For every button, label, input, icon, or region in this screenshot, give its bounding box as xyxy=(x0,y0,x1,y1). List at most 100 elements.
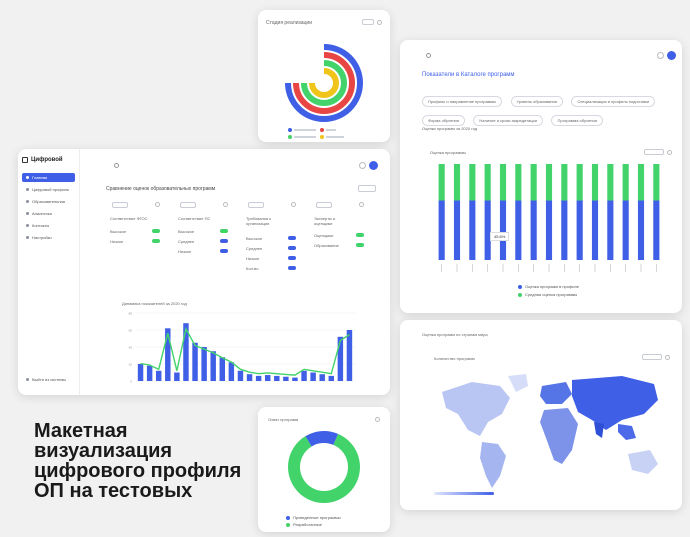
card-settings-icon[interactable] xyxy=(291,202,296,207)
map-panel: Оценка программ по странам мира Количест… xyxy=(400,320,682,510)
bar xyxy=(283,376,289,381)
sidebar-item-contacts[interactable]: Контакты xyxy=(22,221,75,230)
bar xyxy=(319,374,325,381)
card-row-toggle[interactable] xyxy=(356,233,364,237)
settings-icon xyxy=(26,236,29,239)
card-row-label: Высокое xyxy=(178,229,195,234)
bar xyxy=(274,375,280,381)
search-icon[interactable] xyxy=(114,163,119,168)
card-row-toggle[interactable] xyxy=(288,236,296,240)
stacked-bar-blue xyxy=(607,200,614,260)
stacked-bar-green xyxy=(438,164,445,201)
card-period-button[interactable] xyxy=(112,202,128,208)
notification-icon[interactable] xyxy=(657,52,664,59)
legend-dot xyxy=(286,522,290,527)
bar xyxy=(337,336,344,381)
section-title: Сравнение оценок образовательных програм… xyxy=(106,186,216,192)
sidebar-item-analytics[interactable]: Аналитика xyxy=(22,209,75,218)
stacked-bar-green xyxy=(545,164,553,201)
filter-pill[interactable]: Уровень образования xyxy=(510,96,563,107)
card-row-toggle[interactable] xyxy=(152,229,160,233)
sidebar-item-education[interactable]: Образовательная xyxy=(22,197,75,206)
sidebar-item-profile[interactable]: Цифровой профиль xyxy=(22,185,75,194)
main-dashboard-panel: Цифровой Главная Цифровой профиль Образо… xyxy=(18,149,390,395)
bar-chart-title: Динамика показателей за 2020 год xyxy=(122,301,187,306)
card-settings-icon[interactable] xyxy=(155,202,160,207)
card-row-label: Среднее xyxy=(178,239,195,244)
period-button[interactable] xyxy=(644,149,664,155)
north-america xyxy=(442,382,510,436)
card-row-toggle[interactable] xyxy=(288,266,296,270)
stacked-bar-green xyxy=(499,164,507,201)
donut-legend: Проведенные программы Разработанные xyxy=(286,515,341,527)
stacked-bar-blue xyxy=(653,200,660,260)
stacked-bar-blue xyxy=(438,200,445,260)
card-row-toggle[interactable] xyxy=(288,246,296,250)
filter-pill[interactable]: Программа обучения xyxy=(551,115,603,126)
filter-pill[interactable]: Специализация и профиль подготовки xyxy=(571,96,656,107)
card-row-toggle[interactable] xyxy=(220,239,228,243)
y-tick-label: 20 xyxy=(129,363,133,367)
programs-panel: Показатели в Каталоге программ Профиль и… xyxy=(400,40,682,313)
card-row-label: Высокое xyxy=(246,236,263,241)
card-period-button[interactable] xyxy=(180,202,196,208)
map-heading: Оценка программ по странам мира xyxy=(422,332,488,337)
filter-pills: Профиль и направление программы Уровень … xyxy=(420,90,670,128)
card-row-toggle[interactable] xyxy=(220,249,228,253)
stacked-chart-label: Оценка программы xyxy=(430,150,466,155)
legend-label: Средняя оценка программы xyxy=(525,292,578,297)
donut-card: Охват программ Проведенные программы Раз… xyxy=(258,407,390,532)
bar xyxy=(228,362,235,381)
user-avatar[interactable] xyxy=(369,161,378,170)
search-icon[interactable] xyxy=(426,53,431,58)
legend-label: Проведенные программы xyxy=(293,515,341,520)
home-icon xyxy=(26,176,29,179)
bar xyxy=(201,347,207,381)
logo-icon xyxy=(22,157,28,163)
donut-slice xyxy=(288,433,360,503)
bar xyxy=(237,370,244,381)
card-row-label: Среднее xyxy=(246,246,263,251)
card-settings-icon[interactable] xyxy=(359,202,364,207)
asia xyxy=(572,376,658,430)
card-row-toggle[interactable] xyxy=(220,229,228,233)
filter-pill[interactable]: Наличие и сроки аккредитации xyxy=(473,115,544,126)
settings-icon[interactable] xyxy=(665,354,670,360)
sidebar-item-settings[interactable]: Настройки xyxy=(22,233,75,242)
filter-pill[interactable]: Форма обучения xyxy=(422,115,465,126)
europe xyxy=(540,382,572,404)
period-button[interactable] xyxy=(642,354,662,360)
legend-label: Разработанные xyxy=(293,522,322,527)
settings-icon[interactable] xyxy=(667,149,672,155)
card-title: Требования к организации xyxy=(246,216,271,226)
trend-line xyxy=(140,326,350,376)
filter-pill[interactable]: Профиль и направление программы xyxy=(422,96,503,107)
card-period-button[interactable] xyxy=(316,202,332,208)
card-row-toggle[interactable] xyxy=(356,243,364,247)
main-bar-chart: 80 60 40 20 0 xyxy=(129,312,356,384)
card-settings-icon[interactable] xyxy=(223,202,228,207)
stacked-bar-chart xyxy=(438,164,660,272)
greenland xyxy=(508,374,528,392)
logout-link[interactable]: Выйти из системы xyxy=(22,375,70,384)
y-tick-label: 60 xyxy=(129,329,133,333)
map-label: Количество программ xyxy=(434,356,475,361)
card-row-label: Низкое xyxy=(246,256,260,261)
australia xyxy=(628,450,658,474)
sidebar-item-home[interactable]: Главная xyxy=(22,173,75,182)
logout-icon xyxy=(26,378,29,381)
stacked-bar-green xyxy=(637,164,645,201)
bar xyxy=(301,370,307,381)
user-avatar[interactable] xyxy=(667,51,676,60)
hero-caption: Макетная визуализация цифрового профиля … xyxy=(34,420,242,502)
map-scale xyxy=(434,492,494,495)
logo: Цифровой xyxy=(22,157,75,163)
card-period-button[interactable] xyxy=(248,202,264,208)
stacked-bar-green xyxy=(576,164,583,201)
filter-button[interactable] xyxy=(358,185,376,192)
contacts-icon xyxy=(26,224,29,227)
notification-icon[interactable] xyxy=(359,162,366,169)
card-row-toggle[interactable] xyxy=(152,239,160,243)
southeast-asia xyxy=(618,424,636,440)
card-row-toggle[interactable] xyxy=(288,256,296,260)
